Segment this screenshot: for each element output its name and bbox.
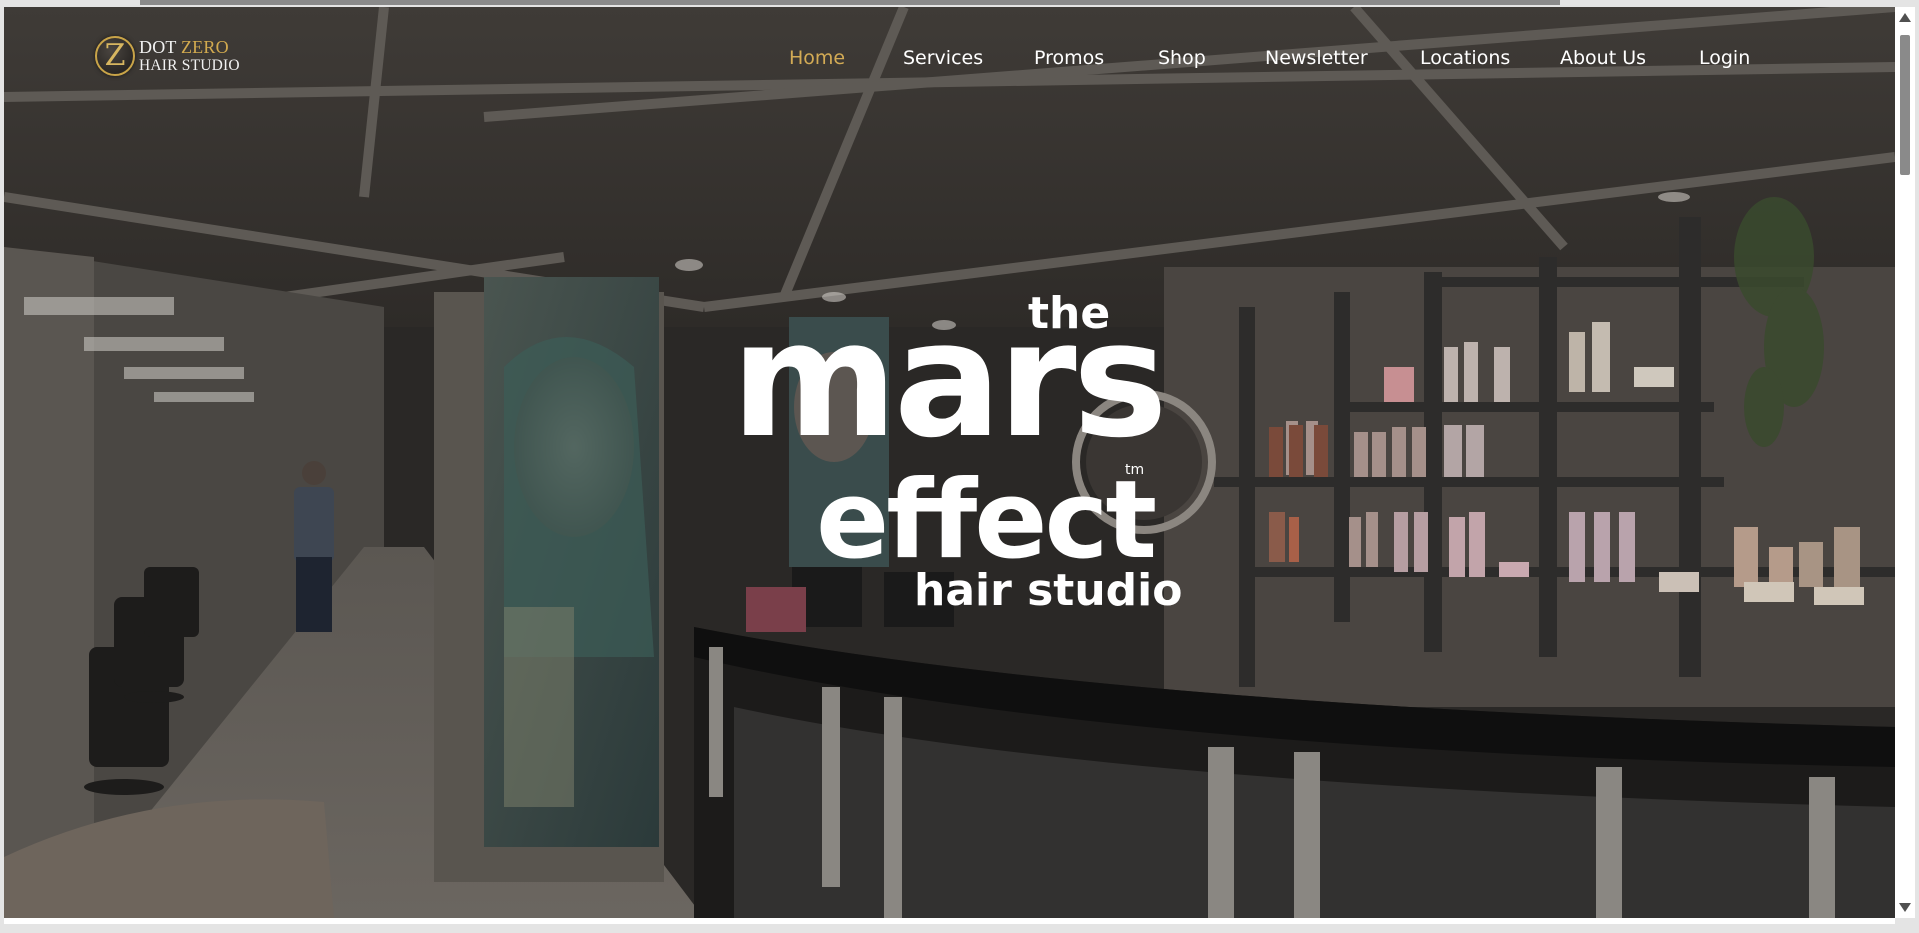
chevron-up-icon[interactable] (1899, 13, 1911, 22)
scrollbar-thumb[interactable] (1900, 35, 1910, 175)
page-bottom-strip (4, 918, 1895, 924)
hero-background-image (4, 7, 1895, 918)
browser-viewport: Z DOT ZERO HAIR STUDIO Home Services Pro… (4, 7, 1895, 918)
brand-word-dot: DOT (139, 37, 177, 57)
chevron-down-icon[interactable] (1899, 903, 1911, 912)
nav-item-shop[interactable]: Shop (1158, 47, 1206, 69)
nav-item-about-us[interactable]: About Us (1560, 47, 1646, 69)
brand-logo[interactable]: Z DOT ZERO HAIR STUDIO (95, 32, 240, 80)
brand-line-2: HAIR STUDIO (139, 57, 240, 74)
nav-item-login[interactable]: Login (1699, 47, 1750, 69)
nav-item-locations[interactable]: Locations (1420, 47, 1510, 69)
site-header: Z DOT ZERO HAIR STUDIO Home Services Pro… (4, 7, 1895, 102)
window-top-edge (140, 0, 1560, 5)
nav-item-newsletter[interactable]: Newsletter (1265, 47, 1368, 69)
nav-item-promos[interactable]: Promos (1034, 47, 1104, 69)
z-monogram-icon: Z (95, 36, 135, 76)
nav-item-services[interactable]: Services (903, 47, 983, 69)
nav-item-home[interactable]: Home (789, 47, 845, 69)
brand-wordmark: DOT ZERO HAIR STUDIO (139, 38, 240, 75)
vertical-scrollbar[interactable] (1895, 7, 1915, 918)
brand-word-zero: ZERO (180, 37, 229, 57)
brand-line-1: DOT ZERO (139, 38, 240, 57)
window-bottom-edge (0, 918, 1919, 933)
